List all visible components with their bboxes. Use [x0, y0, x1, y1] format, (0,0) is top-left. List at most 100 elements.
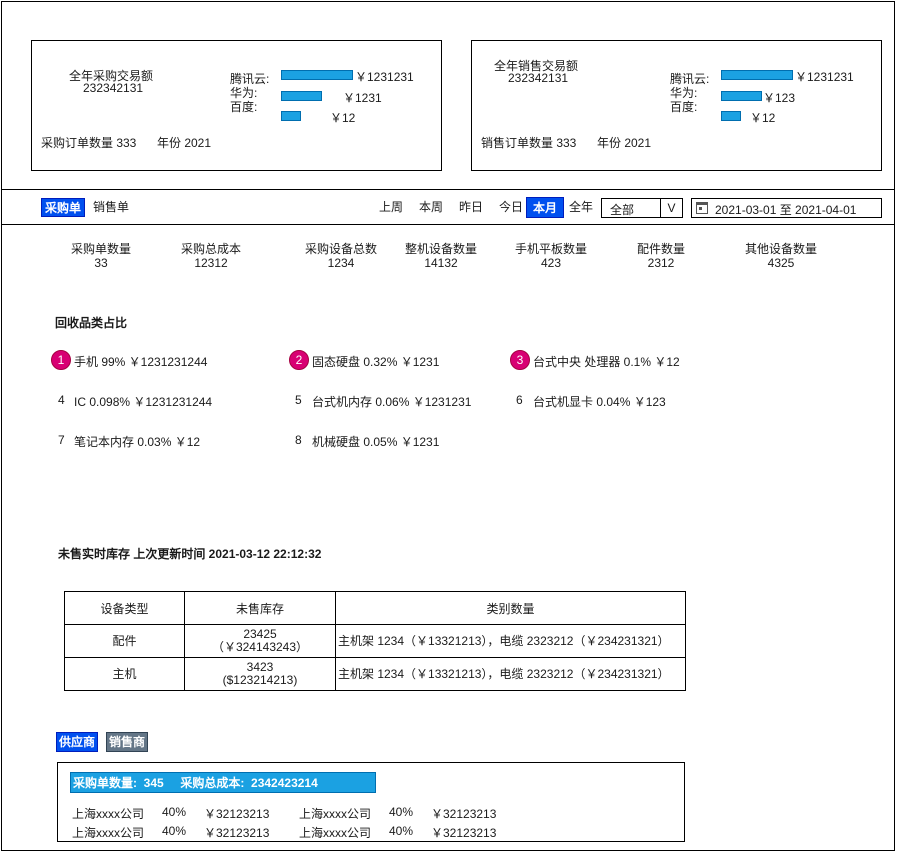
purchase-bar-value-2: ￥1231 [343, 91, 382, 105]
date-range-picker[interactable]: 2021-03-01 至 2021-04-01 [691, 198, 882, 218]
cell-device-type: 配件 [64, 624, 185, 658]
purchase-bar-1 [281, 70, 353, 80]
vendor-amount: ￥32123213 [431, 807, 497, 821]
purchase-order-count: 采购订单数量 333 [41, 136, 137, 150]
cell-unsold-stock: 3423 ($123214213) [184, 657, 336, 691]
rank-badge-3: 3 [510, 350, 530, 370]
sales-bar-1 [721, 70, 793, 80]
stat-label: 采购总成本 [180, 242, 241, 256]
category-rank-7: 7 [58, 433, 65, 447]
vendor-percent: 40% [389, 824, 414, 838]
stat-whole-machine: 整机设备数量 14132 [404, 242, 478, 270]
period-this-week[interactable]: 本周 [419, 200, 443, 215]
period-yesterday[interactable]: 昨日 [459, 200, 483, 215]
stat-label: 整机设备数量 [404, 242, 477, 256]
stat-value: 2312 [647, 256, 675, 270]
stat-phone-tablet: 手机平板数量 423 [514, 242, 588, 270]
vendor-amount: ￥32123213 [204, 826, 270, 840]
vendor-amount: ￥32123213 [431, 826, 497, 840]
sales-bar-2 [721, 91, 762, 101]
cell-category-detail: 主机架 1234（￥13321213），电缆 2323212（￥23423132… [335, 624, 686, 658]
stat-value: 4325 [767, 256, 795, 270]
stat-purchase-orders: 采购单数量 33 [70, 242, 132, 270]
stat-label: 采购设备总数 [304, 242, 377, 256]
purchase-bar-value-3: ￥12 [330, 111, 356, 125]
purchase-year: 年份 2021 [157, 136, 212, 150]
stock-value: ($123214213) [222, 673, 298, 687]
category-item-7: 笔记本内存 0.03% ￥12 [74, 435, 201, 449]
vendor-percent: 40% [162, 805, 187, 819]
category-item-6: 台式机显卡 0.04% ￥123 [533, 395, 666, 409]
toolbar-divider-top [2, 189, 895, 190]
tab-seller[interactable]: 销售商 [106, 732, 149, 752]
stat-label: 手机平板数量 [514, 242, 587, 256]
category-rank-5: 5 [295, 393, 302, 407]
category-item-3: 台式中央 处理器 0.1% ￥12 [533, 355, 680, 369]
vendor-percent: 40% [389, 805, 414, 819]
cell-device-type: 主机 [64, 657, 185, 691]
purchase-summary-card: 全年采购交易额 232342131 腾讯云: 华为: 百度: ￥1231231 … [31, 40, 442, 171]
sales-amount: 232342131 [508, 71, 569, 85]
category-select[interactable]: 全部 V [601, 198, 683, 218]
cell-unsold-stock: 23425 （￥324143243） [184, 624, 336, 658]
vendor-name: 上海xxxx公司 [72, 807, 145, 821]
category-item-5: 台式机内存 0.06% ￥1231231 [312, 395, 472, 409]
vendor-amount: ￥32123213 [204, 807, 270, 821]
period-last-week[interactable]: 上周 [379, 200, 403, 215]
stat-label: 配件数量 [636, 242, 685, 256]
table-row: 主机 3423 ($123214213) 主机架 1234（￥13321213）… [64, 657, 686, 691]
vendor-name: 上海xxxx公司 [299, 807, 372, 821]
header-category-count: 类别数量 [335, 591, 686, 625]
stat-value: 33 [94, 256, 108, 270]
stat-accessories: 配件数量 2312 [636, 242, 686, 270]
tab-sales[interactable]: 销售单 [90, 198, 132, 217]
vendor-name: 上海xxxx公司 [299, 826, 372, 840]
purchase-bar-2 [281, 91, 322, 101]
inventory-title: 未售实时库存 上次更新时间 2021-03-12 22:12:32 [58, 547, 322, 561]
sales-bar-value-3: ￥12 [750, 111, 776, 125]
category-rank-4: 4 [58, 393, 65, 407]
sales-order-count: 销售订单数量 333 [481, 136, 577, 150]
vendor-percent: 40% [162, 824, 187, 838]
purchase-bar-label-3: 百度: [230, 100, 258, 114]
stat-value: 423 [540, 256, 562, 270]
category-rank-6: 6 [516, 393, 523, 407]
header-unsold-stock: 未售库存 [184, 591, 336, 625]
table-header-row: 设备类型 未售库存 类别数量 [64, 591, 686, 625]
tab-supplier[interactable]: 供应商 [56, 732, 99, 752]
category-item-8: 机械硬盘 0.05% ￥1231 [312, 435, 440, 449]
categories-title: 回收品类占比 [55, 316, 128, 330]
period-full-year[interactable]: 全年 [569, 200, 593, 215]
tab-purchase[interactable]: 采购单 [41, 198, 86, 217]
sales-bar-value-1: ￥1231231 [795, 70, 854, 84]
inventory-table: 设备类型 未售库存 类别数量 配件 23425 （￥324143243） 主机架… [64, 591, 686, 691]
table-row: 配件 23425 （￥324143243） 主机架 1234（￥13321213… [64, 624, 686, 658]
stat-device-total: 采购设备总数 1234 [304, 242, 378, 270]
stock-value: （￥324143243） [211, 640, 309, 654]
stat-label: 采购单数量 [70, 242, 131, 256]
vendor-summary-bar: 采购单数量: 345 采购总成本: 2342423214 [70, 772, 376, 793]
category-rank-8: 8 [295, 433, 302, 447]
category-item-1: 手机 99% ￥1231231244 [74, 355, 208, 369]
stat-total-cost: 采购总成本 12312 [180, 242, 242, 270]
date-range-text: 2021-03-01 至 2021-04-01 [715, 203, 857, 217]
sales-bar-3 [721, 111, 741, 121]
period-this-month[interactable]: 本月 [526, 197, 565, 218]
cell-category-detail: 主机架 1234（￥13321213），电缆 2323212（￥23423132… [335, 657, 686, 691]
calendar-icon [696, 202, 708, 214]
purchase-bar-3 [281, 111, 301, 121]
toolbar-divider-bottom [2, 224, 895, 225]
sales-bar-value-2: ￥123 [763, 91, 796, 105]
category-item-2: 固态硬盘 0.32% ￥1231 [312, 355, 440, 369]
dropdown-arrow-icon[interactable]: V [660, 199, 682, 217]
rank-badge-1: 1 [51, 350, 71, 370]
sales-summary-card: 全年销售交易额 232342131 腾讯云: 华为: 百度: ￥1231231 … [471, 40, 882, 171]
purchase-amount: 232342131 [83, 81, 144, 95]
sales-bar-label-3: 百度: [670, 100, 698, 114]
purchase-bar-value-1: ￥1231231 [355, 70, 414, 84]
vendor-panel: 采购单数量: 345 采购总成本: 2342423214 上海xxxx公司 40… [57, 762, 685, 842]
period-today[interactable]: 今日 [499, 200, 523, 215]
stat-label: 其他设备数量 [744, 242, 817, 256]
vendor-name: 上海xxxx公司 [72, 826, 145, 840]
stat-value: 14132 [424, 256, 458, 270]
